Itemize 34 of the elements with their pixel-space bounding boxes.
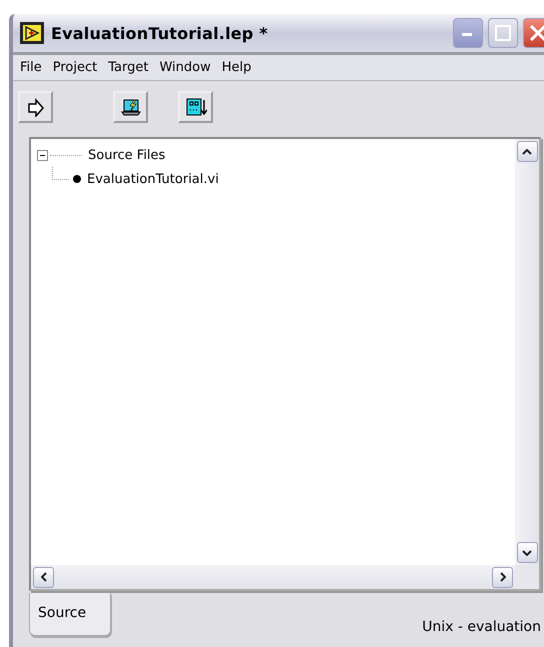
scrollbar-corner — [515, 565, 539, 589]
minimize-button[interactable] — [453, 18, 483, 48]
minimize-icon — [462, 30, 474, 36]
scroll-up-button[interactable] — [516, 141, 538, 162]
scroll-right-button[interactable] — [492, 566, 513, 588]
close-button[interactable] — [523, 18, 544, 48]
vertical-scrollbar[interactable] — [515, 139, 539, 565]
scroll-down-button[interactable] — [516, 542, 538, 563]
chevron-down-icon — [522, 550, 532, 556]
laptop-bolt-icon — [120, 97, 142, 117]
toolbar-button[interactable] — [18, 91, 53, 123]
chevron-up-icon — [522, 148, 532, 154]
chevron-left-icon — [40, 572, 46, 582]
scroll-left-button[interactable] — [33, 566, 54, 588]
target-status: Unix - evaluation — [422, 619, 541, 635]
horizontal-scrollbar[interactable] — [31, 565, 515, 589]
bullet-icon — [73, 175, 81, 183]
chevron-right-icon — [500, 572, 506, 582]
menu-item[interactable]: Project — [48, 59, 104, 76]
close-icon — [529, 24, 544, 42]
menu-item[interactable]: Target — [103, 59, 154, 76]
menu-item[interactable]: Help — [216, 59, 258, 76]
collapse-icon[interactable] — [37, 150, 48, 160]
tab[interactable]: Source — [29, 593, 112, 636]
menu-item[interactable]: File — [15, 59, 48, 76]
menu-item[interactable]: Window — [154, 59, 217, 76]
window-title: EvaluationTutorial.lep * — [51, 24, 269, 42]
app-icon — [19, 21, 45, 45]
panel-arrow-icon — [184, 97, 206, 117]
toolbar-button[interactable] — [178, 91, 213, 123]
maximize-icon — [495, 25, 511, 41]
toolbar-button[interactable] — [113, 91, 148, 123]
tree-folder-label[interactable]: Source Files — [88, 148, 166, 162]
tree-vi-label[interactable]: EvaluationTutorial.vi — [87, 172, 219, 186]
